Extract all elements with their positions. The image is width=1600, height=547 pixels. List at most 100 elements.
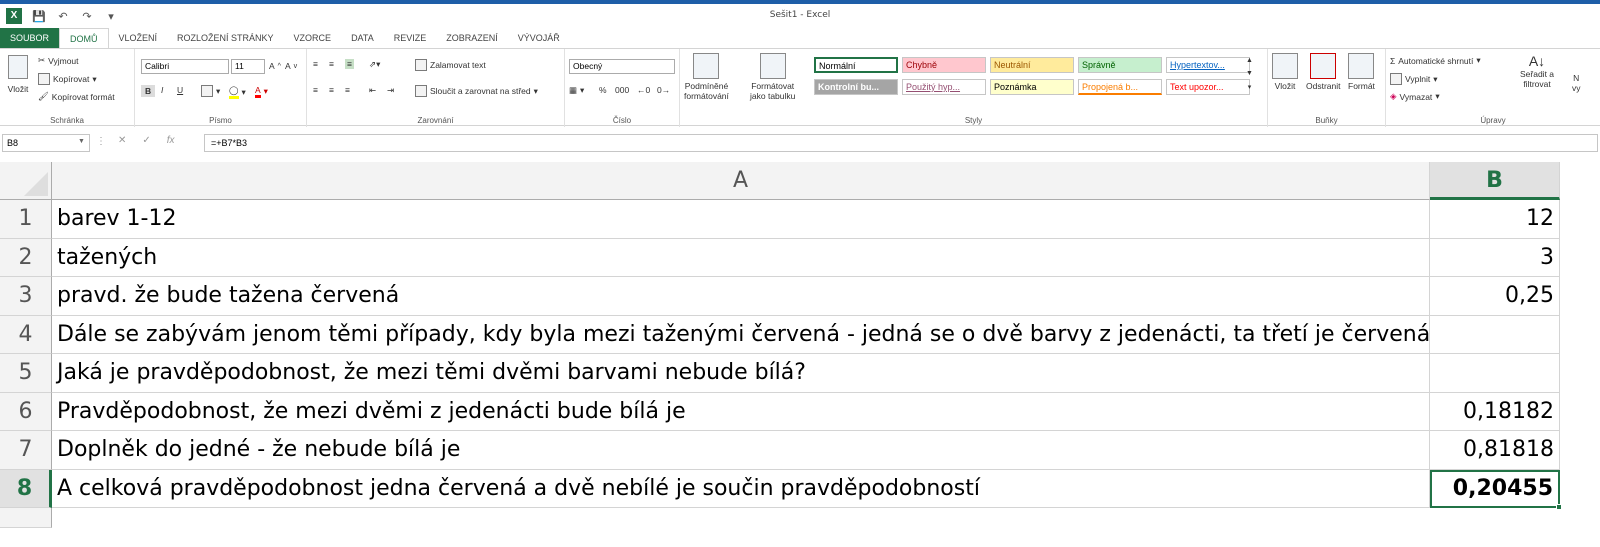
orientation-button[interactable]: ⇗▾ bbox=[369, 59, 380, 70]
tab-page-layout[interactable]: ROZLOŽENÍ STRÁNKY bbox=[167, 28, 284, 48]
select-all-corner[interactable] bbox=[0, 162, 52, 200]
format-painter-button[interactable]: 🖌 Kopírovat formát bbox=[38, 91, 115, 102]
formula-input[interactable]: =+B7*B3 bbox=[204, 134, 1598, 152]
row-header-5[interactable]: 5 bbox=[0, 354, 52, 393]
tab-view[interactable]: ZOBRAZENÍ bbox=[436, 28, 508, 48]
percent-button[interactable]: % bbox=[599, 85, 607, 95]
cell-b3[interactable]: 0,25 bbox=[1430, 277, 1560, 316]
align-right-button[interactable]: ≡ bbox=[345, 85, 350, 95]
fill-color-button[interactable]: ◯ ▾ bbox=[229, 85, 246, 99]
gallery-more-icon[interactable]: ▾ bbox=[1248, 83, 1252, 91]
name-box-dropdown-icon[interactable]: ▼ bbox=[78, 138, 85, 145]
sort-filter-button[interactable]: A↓ Seřadit a filtrovat bbox=[1520, 53, 1554, 89]
style-good-cell[interactable]: Správně bbox=[1078, 57, 1162, 73]
style-hyperlink-cell[interactable]: Hypertextov... bbox=[1166, 57, 1250, 73]
accounting-format-button[interactable]: ▦ ▾ bbox=[569, 85, 584, 96]
insert-function-icon[interactable]: fx bbox=[167, 135, 175, 146]
clear-button[interactable]: ◈ Vymazat ▾ bbox=[1390, 91, 1440, 102]
enter-icon[interactable]: ✓ bbox=[142, 135, 150, 146]
style-bad-cell[interactable]: Chybně bbox=[902, 57, 986, 73]
cell-a3[interactable]: pravd. že bude tažena červená bbox=[52, 277, 1430, 316]
style-normal-cell[interactable]: Normální bbox=[814, 57, 898, 73]
italic-button[interactable]: I bbox=[161, 85, 163, 95]
format-cells-button[interactable]: Formát bbox=[1348, 53, 1375, 91]
decrease-indent-button[interactable]: ⇤ bbox=[369, 85, 376, 96]
row-header-2[interactable]: 2 bbox=[0, 238, 52, 277]
row-header-partial[interactable] bbox=[0, 508, 52, 528]
font-size-select[interactable]: 11 bbox=[231, 59, 265, 74]
font-name-select[interactable]: Calibri bbox=[141, 59, 229, 74]
tab-developer[interactable]: VÝVOJÁŘ bbox=[508, 28, 570, 48]
decrease-decimal-button[interactable]: 0→ bbox=[657, 85, 670, 95]
tab-insert[interactable]: VLOŽENÍ bbox=[109, 28, 168, 48]
cell-b2[interactable]: 3 bbox=[1430, 238, 1560, 277]
cell-a6[interactable]: Pravděpodobnost, že mezi dvěmi z jedenác… bbox=[52, 392, 1430, 431]
cell-a5[interactable]: Jaká je pravděpodobnost, že mezi těmi dv… bbox=[52, 354, 1430, 393]
name-box[interactable]: B8 bbox=[2, 134, 90, 152]
style-check-cell-cell[interactable]: Kontrolní bu... bbox=[814, 79, 898, 95]
row-header-6[interactable]: 6 bbox=[0, 392, 52, 431]
cell-a4[interactable]: Dále se zabývám jenom těmi případy, kdy … bbox=[52, 315, 1430, 354]
row-header-3[interactable]: 3 bbox=[0, 277, 52, 316]
style-neutral-cell[interactable]: Neutrální bbox=[990, 57, 1074, 73]
formula-bar-grip-icon[interactable]: ⋮ bbox=[96, 136, 108, 147]
delete-cells-button[interactable]: Odstranit bbox=[1306, 53, 1341, 91]
find-select-button[interactable]: N vy bbox=[1572, 73, 1581, 93]
borders-button[interactable]: ▾ bbox=[201, 85, 220, 97]
font-color-button[interactable]: A ▾ bbox=[255, 85, 268, 98]
align-middle-button[interactable]: ≡ bbox=[329, 59, 334, 69]
conditional-formatting-button[interactable]: Podmíněné formátování bbox=[684, 53, 729, 101]
paste-button[interactable]: Vložit bbox=[4, 55, 32, 94]
style-followed-hyperlink-cell[interactable]: Použitý hyp... bbox=[902, 79, 986, 95]
number-format-select[interactable]: Obecný bbox=[569, 59, 675, 74]
column-header-b[interactable]: B bbox=[1430, 162, 1560, 200]
cut-button[interactable]: ✂ Vyjmout bbox=[38, 55, 79, 66]
insert-cells-button[interactable]: Vložit bbox=[1272, 53, 1298, 91]
cell-b4[interactable] bbox=[1430, 315, 1560, 354]
merge-center-button[interactable]: Sloučit a zarovnat na střed ▾ bbox=[415, 85, 538, 97]
tab-data[interactable]: DATA bbox=[341, 28, 384, 48]
scroll-up-icon[interactable]: ▲ bbox=[1246, 57, 1253, 64]
fill-handle[interactable] bbox=[1556, 504, 1562, 510]
row-header-1[interactable]: 1 bbox=[0, 200, 52, 239]
styles-gallery-scroll[interactable]: ▲ ▼ ▾ bbox=[1246, 57, 1253, 91]
column-header-a[interactable]: A bbox=[52, 162, 1430, 200]
grow-font-button[interactable]: A ^ bbox=[269, 61, 281, 71]
increase-indent-button[interactable]: ⇥ bbox=[387, 85, 394, 96]
cell-b1[interactable]: 12 bbox=[1430, 200, 1560, 239]
tab-home[interactable]: DOMŮ bbox=[59, 28, 109, 48]
align-left-button[interactable]: ≡ bbox=[313, 85, 318, 95]
cell-a2[interactable]: tažených bbox=[52, 238, 1430, 277]
cancel-icon[interactable]: ✕ bbox=[118, 135, 126, 146]
scroll-down-icon[interactable]: ▼ bbox=[1246, 70, 1253, 77]
thousands-button[interactable]: 000 bbox=[615, 85, 629, 95]
row-header-8[interactable]: 8 bbox=[0, 469, 52, 508]
cell-b7[interactable]: 0,81818 bbox=[1430, 431, 1560, 470]
autosum-button[interactable]: Σ Automatické shrnutí ▾ bbox=[1390, 55, 1481, 66]
row-header-4[interactable]: 4 bbox=[0, 315, 52, 354]
cell-a8[interactable]: A celková pravděpodobnost jedna červená … bbox=[52, 469, 1430, 508]
cell-b6[interactable]: 0,18182 bbox=[1430, 392, 1560, 431]
tab-file[interactable]: SOUBOR bbox=[0, 28, 60, 48]
cell-b5[interactable] bbox=[1430, 354, 1560, 393]
wrap-text-button[interactable]: Zalamovat text bbox=[415, 59, 486, 71]
shrink-font-button[interactable]: Av bbox=[285, 61, 297, 71]
style-linked-cell-cell[interactable]: Propojená b... bbox=[1078, 79, 1162, 95]
row-header-7[interactable]: 7 bbox=[0, 431, 52, 470]
copy-button[interactable]: Kopírovat ▾ bbox=[38, 73, 97, 85]
fill-button[interactable]: Vyplnit ▾ bbox=[1390, 73, 1437, 85]
style-warning-text-cell[interactable]: Text upozor... bbox=[1166, 79, 1250, 95]
format-as-table-button[interactable]: Formátovat jako tabulku bbox=[750, 53, 795, 101]
tab-review[interactable]: REVIZE bbox=[384, 28, 437, 48]
align-center-button[interactable]: ≡ bbox=[329, 85, 334, 95]
cell-a7[interactable]: Doplněk do jedné - že nebude bílá je bbox=[52, 431, 1430, 470]
tab-formulas[interactable]: VZORCE bbox=[284, 28, 342, 48]
style-note-cell[interactable]: Poznámka bbox=[990, 79, 1074, 95]
cell-a1[interactable]: barev 1-12 bbox=[52, 200, 1430, 239]
cell-b8[interactable]: 0,20455 bbox=[1430, 469, 1560, 508]
bold-button[interactable]: B bbox=[141, 85, 156, 97]
increase-decimal-button[interactable]: ←0 bbox=[637, 85, 650, 95]
align-top-button[interactable]: ≡ bbox=[313, 59, 318, 69]
align-bottom-button[interactable]: ≡ bbox=[345, 59, 354, 69]
underline-button[interactable]: U bbox=[177, 85, 183, 95]
